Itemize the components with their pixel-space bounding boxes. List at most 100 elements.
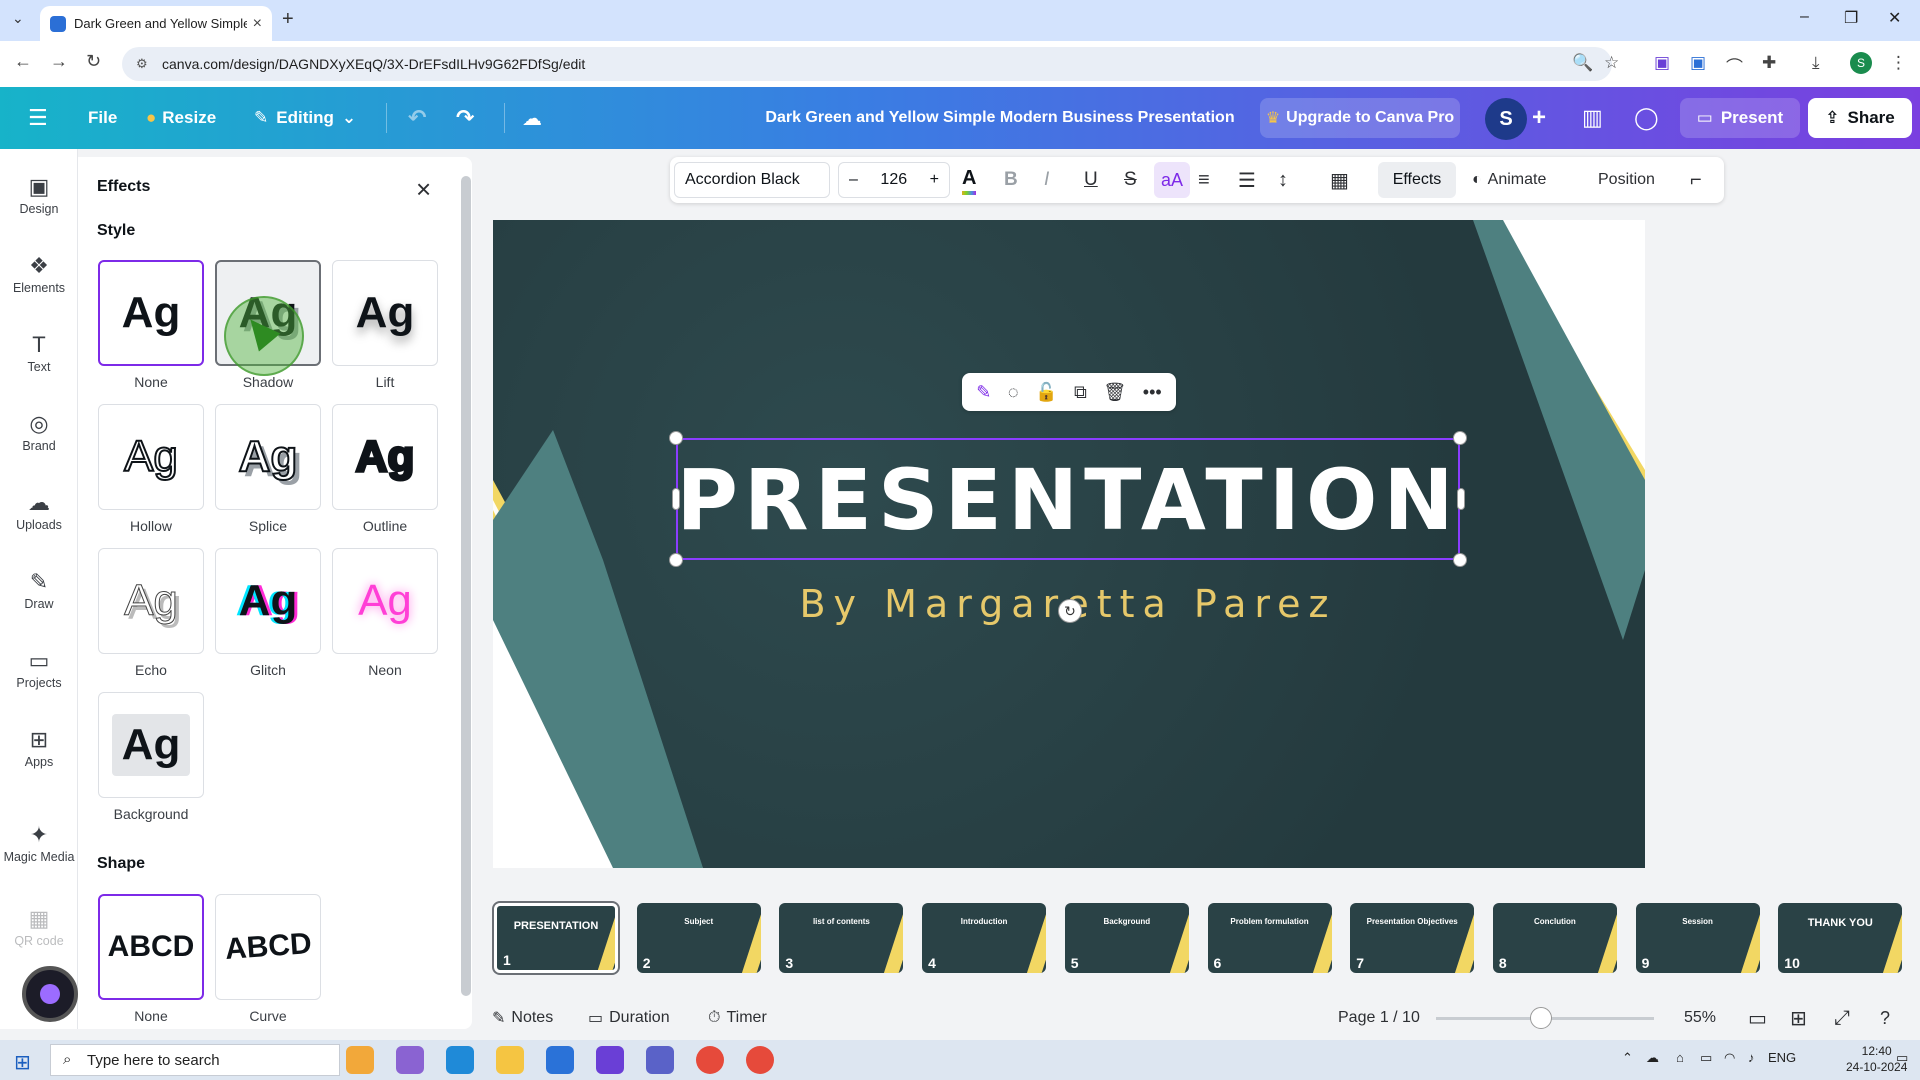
magic-edit-icon[interactable]: ✎ bbox=[976, 382, 991, 403]
list-icon[interactable]: ☰ bbox=[1238, 157, 1256, 203]
resize-button[interactable]: ● Resize bbox=[146, 87, 216, 149]
comments-icon[interactable]: ◯ bbox=[1634, 87, 1659, 149]
windows-start-icon[interactable]: ⊞ bbox=[14, 1050, 31, 1075]
cloud-save-icon[interactable]: ☁ bbox=[522, 87, 542, 149]
magic-assistant-orb-icon[interactable] bbox=[22, 966, 78, 1022]
sidebar-item-draw[interactable]: ✎ Draw bbox=[0, 569, 78, 611]
teams-icon[interactable] bbox=[646, 1046, 674, 1074]
effect-style-splice[interactable]: Ag bbox=[215, 404, 321, 510]
spacing-icon[interactable]: ↕ bbox=[1278, 157, 1288, 203]
lock-icon[interactable]: 🔓 bbox=[1035, 382, 1057, 403]
rotate-handle-icon[interactable]: ↻ bbox=[1058, 599, 1082, 623]
effect-style-outline[interactable]: Ag bbox=[332, 404, 438, 510]
effect-style-background[interactable]: Ag bbox=[98, 692, 204, 798]
new-tab-icon[interactable]: + bbox=[282, 8, 294, 31]
extensions-puzzle-icon[interactable]: ✚ bbox=[1762, 53, 1776, 73]
resize-handle-right[interactable] bbox=[1457, 488, 1465, 510]
tray-wifi-icon[interactable]: ◠ bbox=[1724, 1050, 1735, 1066]
page-thumbnail[interactable]: Presentation Objectives 7 bbox=[1350, 903, 1475, 973]
tab-list-icon[interactable]: ⌄ bbox=[12, 10, 24, 27]
tray-cloud-icon[interactable]: ☁ bbox=[1646, 1050, 1659, 1066]
sidebar-item-uploads[interactable]: ☁ Uploads bbox=[0, 490, 78, 532]
close-tab-icon[interactable]: × bbox=[253, 15, 262, 33]
page-thumbnail[interactable]: list of contents 3 bbox=[779, 903, 904, 973]
zoom-slider-knob[interactable] bbox=[1529, 1007, 1552, 1029]
share-button[interactable]: ⇪ Share bbox=[1808, 98, 1912, 138]
sidebar-item-apps[interactable]: ⊞ Apps bbox=[0, 727, 78, 769]
resize-handle-br[interactable] bbox=[1453, 553, 1467, 567]
upgrade-button[interactable]: ♛ Upgrade to Canva Pro bbox=[1260, 98, 1460, 138]
effect-shape-none[interactable]: ABCD bbox=[98, 894, 204, 1000]
font-family-select[interactable]: Accordion Black bbox=[674, 162, 830, 198]
tray-volume-icon[interactable]: ♪ bbox=[1748, 1050, 1755, 1065]
file-menu-button[interactable]: File bbox=[88, 87, 117, 149]
effect-style-hollow[interactable]: Ag bbox=[98, 404, 204, 510]
chrome-active-icon[interactable] bbox=[746, 1046, 774, 1074]
resize-handle-bl[interactable] bbox=[669, 553, 683, 567]
duration-button[interactable]: ▭ Duration bbox=[588, 1004, 670, 1032]
decrease-size-icon[interactable]: – bbox=[849, 171, 858, 189]
text-color-icon[interactable]: A bbox=[962, 165, 977, 195]
sidebar-item-qr-code[interactable]: ▦ QR code bbox=[0, 906, 78, 948]
bold-icon[interactable]: B bbox=[1004, 157, 1018, 203]
notifications-icon[interactable]: ▭ bbox=[1896, 1050, 1908, 1066]
bookmark-star-icon[interactable]: ☆ bbox=[1604, 53, 1619, 73]
font-size-stepper[interactable]: – 126 + bbox=[838, 162, 950, 198]
sidebar-item-elements[interactable]: ❖ Elements bbox=[0, 253, 78, 295]
restore-icon[interactable]: ❐ bbox=[1844, 8, 1858, 28]
tray-chevron-icon[interactable]: ⌃ bbox=[1622, 1050, 1633, 1066]
page-thumbnail[interactable]: Background 5 bbox=[1064, 903, 1189, 973]
page-thumbnail[interactable]: PRESENTATION 1 bbox=[494, 903, 618, 973]
zoom-level[interactable]: 55% bbox=[1684, 1004, 1716, 1032]
task-view-icon[interactable] bbox=[346, 1046, 374, 1074]
transparency-icon[interactable]: ▦ bbox=[1330, 157, 1349, 203]
effect-style-glitch[interactable]: Ag bbox=[215, 548, 321, 654]
extension-2-icon[interactable]: ▣ bbox=[1690, 53, 1706, 73]
url-input[interactable]: ⚙ canva.com/design/DAGNDXyXEqQ/3X-DrEFsd… bbox=[122, 47, 1612, 81]
browser-profile-avatar[interactable]: S bbox=[1850, 52, 1872, 74]
fullscreen-icon[interactable]: ⤢ bbox=[1834, 1004, 1850, 1032]
redo-icon[interactable]: ↷ bbox=[456, 87, 474, 149]
mail-icon[interactable] bbox=[546, 1046, 574, 1074]
sidebar-item-projects[interactable]: ▭ Projects bbox=[0, 648, 78, 690]
extension-1-icon[interactable]: ▣ bbox=[1654, 53, 1670, 73]
insights-chart-icon[interactable]: ▥ bbox=[1582, 87, 1603, 149]
underline-icon[interactable]: U bbox=[1084, 157, 1098, 203]
page-thumbnail[interactable]: Conclution 8 bbox=[1492, 903, 1617, 973]
extension-3-icon[interactable]: ⌒ bbox=[1726, 53, 1743, 78]
more-options-icon[interactable]: ••• bbox=[1143, 382, 1162, 403]
minimize-icon[interactable]: – bbox=[1800, 8, 1809, 26]
page-thumbnail[interactable]: THANK YOU 10 bbox=[1778, 903, 1903, 973]
effect-shape-curve[interactable]: ABCD bbox=[215, 894, 321, 1000]
forward-icon[interactable]: → bbox=[50, 51, 68, 72]
resize-handle-tr[interactable] bbox=[1453, 431, 1467, 445]
font-size-value[interactable]: 126 bbox=[880, 171, 907, 189]
sidebar-item-brand[interactable]: ◎ Brand bbox=[0, 411, 78, 453]
sidebar-item-design[interactable]: ▣ Design bbox=[0, 174, 78, 216]
italic-icon[interactable]: I bbox=[1044, 157, 1049, 203]
document-title[interactable]: Dark Green and Yellow Simple Modern Busi… bbox=[700, 87, 1300, 149]
page-thumbnail[interactable]: Session 9 bbox=[1635, 903, 1760, 973]
undo-icon[interactable]: ↶ bbox=[408, 87, 426, 149]
add-comment-icon[interactable]: ◌ bbox=[1008, 382, 1019, 403]
align-center-icon[interactable]: ≡ bbox=[1198, 157, 1210, 203]
back-icon[interactable]: ← bbox=[14, 51, 32, 72]
effect-style-neon[interactable]: Ag bbox=[332, 548, 438, 654]
present-button[interactable]: ▭ Present bbox=[1680, 98, 1800, 138]
page-thumbnail[interactable]: Introduction 4 bbox=[922, 903, 1047, 973]
strikethrough-icon[interactable]: S bbox=[1124, 157, 1137, 203]
animate-button[interactable]: ◐ Animate bbox=[1472, 157, 1546, 203]
copy-style-icon[interactable]: ⌐ bbox=[1690, 157, 1702, 203]
page-view-icon[interactable]: ▭ bbox=[1748, 1004, 1767, 1032]
letter-case-icon[interactable]: aA bbox=[1154, 162, 1190, 198]
tray-language[interactable]: ENG bbox=[1768, 1050, 1796, 1065]
tray-network-icon[interactable]: ⌂ bbox=[1676, 1050, 1684, 1065]
edge-icon[interactable] bbox=[446, 1046, 474, 1074]
close-icon[interactable]: × bbox=[416, 174, 431, 205]
resize-handle-left[interactable] bbox=[672, 488, 680, 510]
grid-view-icon[interactable]: ⊞ bbox=[1790, 1004, 1807, 1032]
help-icon[interactable]: ? bbox=[1880, 1004, 1890, 1032]
download-icon[interactable]: ⤓ bbox=[1812, 53, 1820, 73]
user-avatar[interactable]: S bbox=[1485, 98, 1527, 140]
duplicate-icon[interactable]: ⧉ bbox=[1074, 382, 1087, 403]
